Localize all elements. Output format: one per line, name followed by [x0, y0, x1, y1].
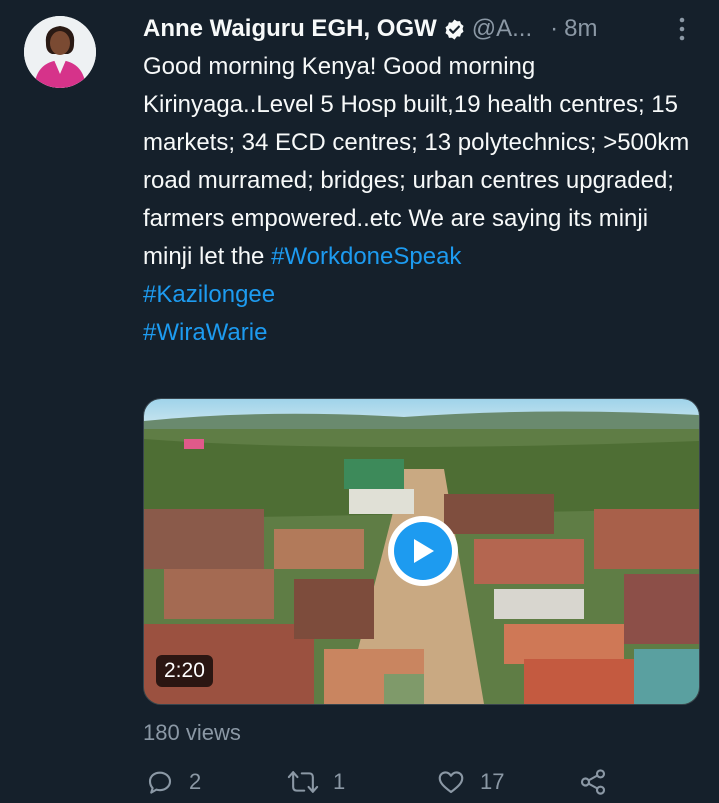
tweet-header: Anne Waiguru EGH, OGW @A... · 8m — [143, 12, 703, 46]
tweet-text: Good morning Kenya! Good morning Kirinya… — [143, 48, 703, 352]
video-player[interactable]: 2:20 — [143, 398, 700, 705]
more-vertical-icon[interactable] — [670, 12, 694, 46]
retweet-button[interactable]: 1 — [287, 762, 345, 802]
view-count[interactable]: 180 views — [143, 720, 241, 746]
author-name[interactable]: Anne Waiguru EGH, OGW — [143, 15, 437, 43]
hashtag-link[interactable]: #WiraWarie — [143, 319, 267, 346]
reply-icon — [145, 767, 175, 797]
share-icon — [578, 767, 608, 797]
tweet-text-intro: Good morning Kenya! Good morning Kirinya… — [143, 53, 690, 270]
reply-button[interactable]: 2 — [145, 762, 201, 802]
heart-icon — [436, 767, 466, 797]
author-handle[interactable]: @A... — [472, 15, 532, 43]
retweet-count: 1 — [333, 769, 346, 794]
reply-count: 2 — [189, 769, 202, 794]
retweet-icon — [287, 767, 319, 797]
like-count: 17 — [480, 769, 505, 794]
hashtag-link[interactable]: #WorkdoneSpeak — [271, 243, 461, 270]
author-avatar[interactable] — [24, 16, 96, 88]
play-button[interactable] — [388, 516, 458, 586]
separator-dot: · — [550, 15, 559, 42]
video-duration: 2:20 — [156, 655, 213, 687]
verified-badge-icon — [443, 18, 466, 41]
tweet-timestamp[interactable]: 8m — [564, 15, 597, 43]
share-button[interactable] — [578, 762, 608, 802]
play-icon — [394, 522, 452, 580]
hashtag-link[interactable]: #Kazilongee — [143, 281, 275, 308]
like-button[interactable]: 17 — [436, 762, 504, 802]
action-bar: 2 1 17 — [0, 762, 719, 802]
